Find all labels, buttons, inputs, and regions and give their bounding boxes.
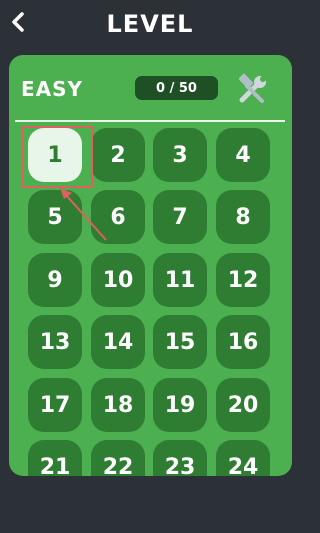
- level-button-15[interactable]: 15: [153, 315, 207, 369]
- level-button-13[interactable]: 13: [28, 315, 82, 369]
- level-button-19[interactable]: 19: [153, 378, 207, 432]
- level-button-2[interactable]: 2: [91, 128, 145, 182]
- level-button-20[interactable]: 20: [216, 378, 270, 432]
- level-button-10[interactable]: 10: [91, 253, 145, 307]
- level-button-12[interactable]: 12: [216, 253, 270, 307]
- level-panel: EASY 0 / 50 1 2 3 4 5 6 7 8 9 10 11 12 13 14 15 16 17 18 1…: [9, 55, 292, 476]
- level-button-16[interactable]: 16: [216, 315, 270, 369]
- selection-highlight: [21, 126, 93, 188]
- level-button-18[interactable]: 18: [91, 378, 145, 432]
- level-button-17[interactable]: 17: [28, 378, 82, 432]
- level-button-9[interactable]: 9: [28, 253, 82, 307]
- level-button-21[interactable]: 21: [28, 440, 82, 476]
- level-button-24[interactable]: 24: [216, 440, 270, 476]
- level-button-8[interactable]: 8: [216, 190, 270, 244]
- level-button-7[interactable]: 7: [153, 190, 207, 244]
- level-button-6[interactable]: 6: [91, 190, 145, 244]
- level-button-23[interactable]: 23: [153, 440, 207, 476]
- level-button-22[interactable]: 22: [91, 440, 145, 476]
- top-bar: LEVEL: [0, 0, 300, 52]
- level-button-5[interactable]: 5: [28, 190, 82, 244]
- level-button-11[interactable]: 11: [153, 253, 207, 307]
- level-button-3[interactable]: 3: [153, 128, 207, 182]
- level-button-14[interactable]: 14: [91, 315, 145, 369]
- level-grid: 1 2 3 4 5 6 7 8 9 10 11 12 13 14 15 16 17 18 19 20 21 22 23 24: [9, 55, 292, 476]
- level-button-4[interactable]: 4: [216, 128, 270, 182]
- page-title: LEVEL: [106, 10, 194, 38]
